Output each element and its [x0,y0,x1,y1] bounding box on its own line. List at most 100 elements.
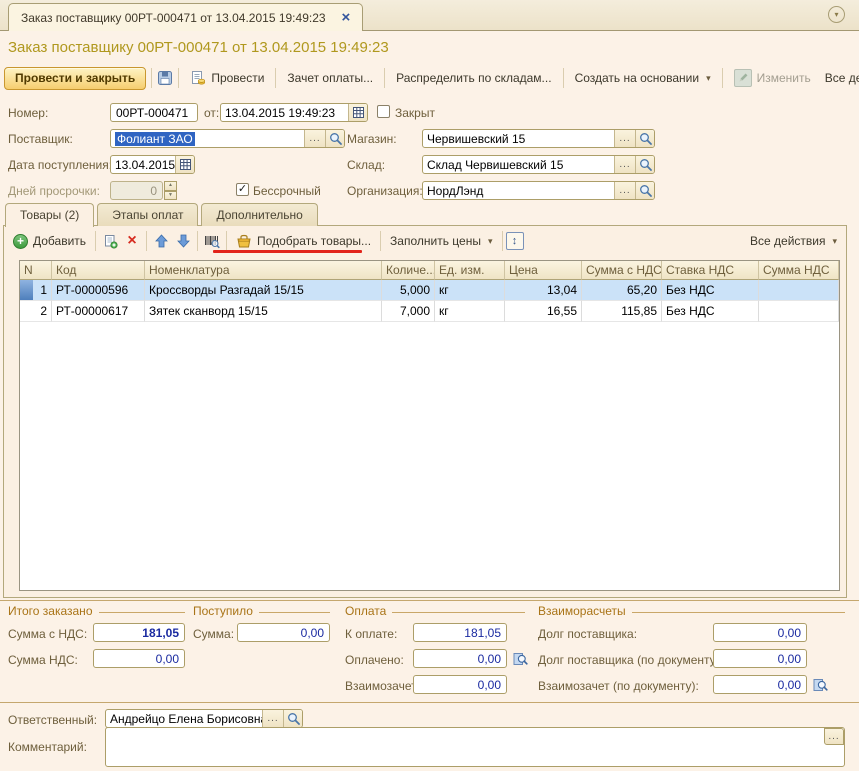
tab-additional[interactable]: Дополнительно [201,203,317,226]
cell-code[interactable]: РТ-00000617 [52,301,145,322]
cell-sum-vat[interactable]: 65,20 [582,280,662,301]
column-header-code[interactable]: Код [52,261,145,280]
cell-vat-sum[interactable] [759,280,839,301]
save-button[interactable] [157,67,173,89]
receipt-date-field[interactable]: 13.04.2015 [110,155,195,174]
cell-unit[interactable]: кг [435,280,505,301]
distribute-by-warehouses-button[interactable]: Распределить по складам... [390,68,557,88]
goods-panel: + Добавить × Подобр [3,225,847,598]
supplier-open-button[interactable] [325,130,344,147]
post-and-close-button[interactable]: Провести и закрыть [4,67,146,90]
offset-doc-field[interactable]: 0,00 [713,675,807,694]
supplier-debt-field[interactable]: 0,00 [713,623,807,642]
supplier-field[interactable]: Фолиант ЗАО ... [110,129,345,148]
payment-offset-button[interactable]: Зачет оплаты... [281,68,379,88]
spin-up-icon[interactable]: ▲ [164,181,177,191]
cell-price[interactable]: 13,04 [505,280,582,301]
cell-vat-rate[interactable]: Без НДС [662,280,759,301]
cell-price[interactable]: 16,55 [505,301,582,322]
organization-field[interactable]: НордЛэнд ... [422,181,655,200]
document-tab[interactable]: Заказ поставщику 00РТ-000471 от 13.04.20… [8,3,363,31]
delete-row-button[interactable]: × [121,230,143,252]
cell-unit[interactable]: кг [435,301,505,322]
calendar-button[interactable] [175,156,194,173]
offset-doc-report-button[interactable] [813,677,829,692]
number-field[interactable]: 00РТ-000471 [110,103,198,122]
paid-report-button[interactable] [513,651,529,666]
copy-row-button[interactable] [99,230,121,252]
vat-sum-field[interactable]: 0,00 [93,649,185,668]
report-magnifier-icon [813,678,828,692]
close-tab-icon[interactable]: × [342,10,351,25]
calendar-button[interactable] [348,104,367,121]
cell-quantity[interactable]: 7,000 [382,301,435,322]
column-header-price[interactable]: Цена [505,261,582,280]
to-pay-field[interactable]: 181,05 [413,623,507,642]
column-header-unit[interactable]: Ед. изм. [435,261,505,280]
create-based-on-button[interactable]: Создать на основании ▾ [569,68,717,88]
tab-list-button[interactable]: ▾ [828,6,845,23]
offset-label: Взаимозачет: [345,679,420,693]
post-button[interactable]: Провести [184,67,270,89]
cell-sum-vat[interactable]: 115,85 [582,301,662,322]
termless-checkbox[interactable]: ✓ [236,183,249,196]
cell-quantity[interactable]: 5,000 [382,280,435,301]
overdue-days-stepper[interactable]: ▲ ▼ [164,181,177,200]
offset-field[interactable]: 0,00 [413,675,507,694]
chevron-down-icon: ▾ [706,73,711,84]
spin-down-icon[interactable]: ▼ [164,191,177,201]
received-sum-field[interactable]: 0,00 [237,623,330,642]
edit-button[interactable]: Изменить [728,66,817,90]
arrow-up-icon [155,234,168,248]
column-header-vat-rate[interactable]: Ставка НДС [662,261,759,280]
table-row[interactable]: 2 РТ-00000617 Зятек сканворд 15/15 7,000… [20,301,839,322]
warehouse-select-button[interactable]: ... [614,156,635,173]
closed-checkbox[interactable] [377,105,390,118]
organization-open-button[interactable] [635,182,654,199]
organization-select-button[interactable]: ... [614,182,635,199]
store-field[interactable]: Червишевский 15 ... [422,129,655,148]
barcode-scan-button[interactable] [201,230,223,252]
ordered-group-header: Итого заказано [8,604,185,618]
overdue-days-field[interactable]: 0 [110,181,163,200]
supplier-select-button[interactable]: ... [304,130,325,147]
warehouse-label: Склад: [347,158,385,172]
supplier-debt-doc-field[interactable]: 0,00 [713,649,807,668]
responsible-open-button[interactable] [283,710,302,727]
row-height-button[interactable]: ↕ [506,232,524,250]
cell-vat-rate[interactable]: Без НДС [662,301,759,322]
cell-vat-sum[interactable] [759,301,839,322]
column-header-vat-sum[interactable]: Сумма НДС [759,261,839,280]
goods-all-actions-button[interactable]: Все действия ▾ [744,231,843,251]
warehouse-field[interactable]: Склад Червишевский 15 ... [422,155,655,174]
cell-code[interactable]: РТ-00000596 [52,280,145,301]
tab-payment-stages[interactable]: Этапы оплат [97,203,198,226]
responsible-field[interactable]: Андрейцо Елена Борисовна ... [105,709,303,728]
cell-nomenclature[interactable]: Кроссворды Разгадай 15/15 [145,280,382,301]
warehouse-open-button[interactable] [635,156,654,173]
comment-expand-button[interactable]: ... [824,728,844,745]
sum-with-vat-field[interactable]: 181,05 [93,623,185,642]
cell-n[interactable]: 2 [20,301,52,322]
column-header-nomenclature[interactable]: Номенклатура [145,261,382,280]
responsible-select-button[interactable]: ... [262,710,283,727]
supplier-value: Фолиант ЗАО [115,132,195,146]
column-header-sum-vat[interactable]: Сумма с НДС [582,261,662,280]
move-down-button[interactable] [172,230,194,252]
date-field[interactable]: 13.04.2015 19:49:23 [220,103,368,122]
column-header-n[interactable]: N [20,261,52,280]
pick-goods-button[interactable]: Подобрать товары... [230,231,377,251]
paid-field[interactable]: 0,00 [413,649,507,668]
fill-prices-button[interactable]: Заполнить цены ▾ [384,231,498,251]
tab-goods[interactable]: Товары (2) [5,203,94,227]
cell-n[interactable]: 1 [20,280,52,301]
table-row[interactable]: 1 РТ-00000596 Кроссворды Разгадай 15/15 … [20,280,839,301]
comment-field[interactable] [105,727,845,767]
cell-nomenclature[interactable]: Зятек сканворд 15/15 [145,301,382,322]
all-actions-button[interactable]: Все действия ▾ [819,68,859,88]
store-open-button[interactable] [635,130,654,147]
add-row-button[interactable]: + Добавить [7,231,92,252]
column-header-quantity[interactable]: Количе... [382,261,435,280]
move-up-button[interactable] [150,230,172,252]
store-select-button[interactable]: ... [614,130,635,147]
